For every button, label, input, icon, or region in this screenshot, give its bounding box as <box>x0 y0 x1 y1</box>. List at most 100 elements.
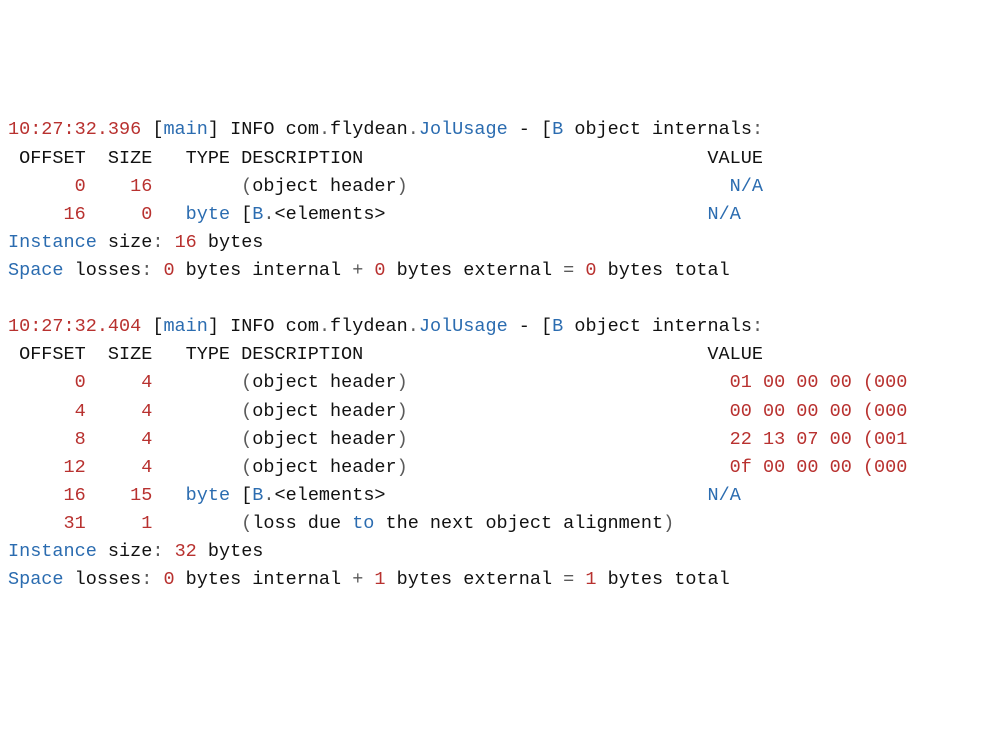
elem: <elements> <box>275 485 386 506</box>
lbl: size <box>97 541 153 562</box>
pad <box>408 372 730 393</box>
thread: main <box>163 316 207 337</box>
desc: object header <box>252 176 396 197</box>
log-line: 10:27:32.396 [main] INFO com.flydean.Jol… <box>8 119 763 140</box>
paren: ( <box>241 513 252 534</box>
dot: . <box>408 119 419 140</box>
sp <box>574 569 585 590</box>
size: 4 <box>86 372 153 393</box>
log-line: 10:27:32.404 [main] INFO com.flydean.Jol… <box>8 316 763 337</box>
value: 0f 00 00 00 (000 <box>730 457 908 478</box>
op: + <box>352 569 363 590</box>
paren: ) <box>397 401 408 422</box>
logger-pkg: flydean <box>330 316 408 337</box>
msg: object internals <box>563 119 752 140</box>
table-row: 0 4 (object header) 01 00 00 00 (000 <box>8 372 907 393</box>
size: 0 <box>86 204 153 225</box>
lbl: losses <box>64 569 142 590</box>
pad <box>408 457 730 478</box>
level: INFO <box>230 119 274 140</box>
kw: to <box>352 513 374 534</box>
gap <box>152 429 241 450</box>
desc: object header <box>252 429 396 450</box>
type: byte <box>186 485 230 506</box>
dot: . <box>263 485 274 506</box>
thread: main <box>163 119 207 140</box>
timestamp: 10:27:32.404 <box>8 316 141 337</box>
num: 0 <box>585 260 596 281</box>
pad <box>408 176 730 197</box>
value: N/A <box>708 485 741 506</box>
num: 16 <box>175 232 197 253</box>
txt: bytes external <box>386 569 564 590</box>
offset: 4 <box>8 401 86 422</box>
lbl: Space <box>8 569 64 590</box>
size: 4 <box>86 429 153 450</box>
logger-pkg: com <box>286 119 319 140</box>
num: 0 <box>163 569 174 590</box>
paren: ) <box>397 429 408 450</box>
offset: 16 <box>8 485 86 506</box>
instance-size: Instance size: 32 bytes <box>8 541 263 562</box>
bracket: [ <box>152 119 163 140</box>
colon: : <box>752 316 763 337</box>
op: = <box>563 260 574 281</box>
offset: 31 <box>8 513 86 534</box>
table-header: OFFSET SIZE TYPE DESCRIPTION VALUE <box>8 148 763 169</box>
offset: 0 <box>8 176 86 197</box>
num: 32 <box>175 541 197 562</box>
logger-class: JolUsage <box>419 316 508 337</box>
offset: 16 <box>8 204 86 225</box>
pad <box>152 485 185 506</box>
num: 0 <box>374 260 385 281</box>
desc: object header <box>252 372 396 393</box>
gap <box>152 513 241 534</box>
txt: bytes internal <box>175 260 353 281</box>
pad <box>408 401 730 422</box>
colon: : <box>141 569 163 590</box>
dot: . <box>263 204 274 225</box>
size: 4 <box>86 401 153 422</box>
msg: object internals <box>563 316 752 337</box>
num: 1 <box>585 569 596 590</box>
desc-bracket: [ <box>230 485 252 506</box>
txt: bytes total <box>597 260 730 281</box>
colon: : <box>752 119 763 140</box>
lbl: Instance <box>8 541 97 562</box>
offset: 8 <box>8 429 86 450</box>
sp <box>363 569 374 590</box>
level: INFO <box>230 316 274 337</box>
logger-class: JolUsage <box>419 119 508 140</box>
paren: ) <box>397 457 408 478</box>
table-row: 4 4 (object header) 00 00 00 00 (000 <box>8 401 907 422</box>
lbl: losses <box>64 260 142 281</box>
size: 4 <box>86 457 153 478</box>
unit: bytes <box>197 232 264 253</box>
paren: ) <box>663 513 674 534</box>
lbl: Space <box>8 260 64 281</box>
lbl: Instance <box>8 232 97 253</box>
num: 0 <box>163 260 174 281</box>
table-row: 31 1 (loss due to the next object alignm… <box>8 513 674 534</box>
b: B <box>252 204 263 225</box>
dot: . <box>408 316 419 337</box>
pad <box>408 429 730 450</box>
op: = <box>563 569 574 590</box>
space-losses: Space losses: 0 bytes internal + 1 bytes… <box>8 569 730 590</box>
sp <box>574 260 585 281</box>
size: 16 <box>86 176 153 197</box>
b: B <box>552 119 563 140</box>
lbl: size <box>97 232 153 253</box>
gap <box>152 176 241 197</box>
dash: - [ <box>508 316 552 337</box>
table-header: OFFSET SIZE TYPE DESCRIPTION VALUE <box>8 344 763 365</box>
paren: ( <box>241 401 252 422</box>
pad <box>386 204 708 225</box>
desc: object header <box>252 457 396 478</box>
b: B <box>552 316 563 337</box>
bracket: [ <box>152 316 163 337</box>
colon: : <box>152 541 174 562</box>
num: 1 <box>374 569 385 590</box>
unit: bytes <box>197 541 264 562</box>
bracket: ] <box>208 316 219 337</box>
